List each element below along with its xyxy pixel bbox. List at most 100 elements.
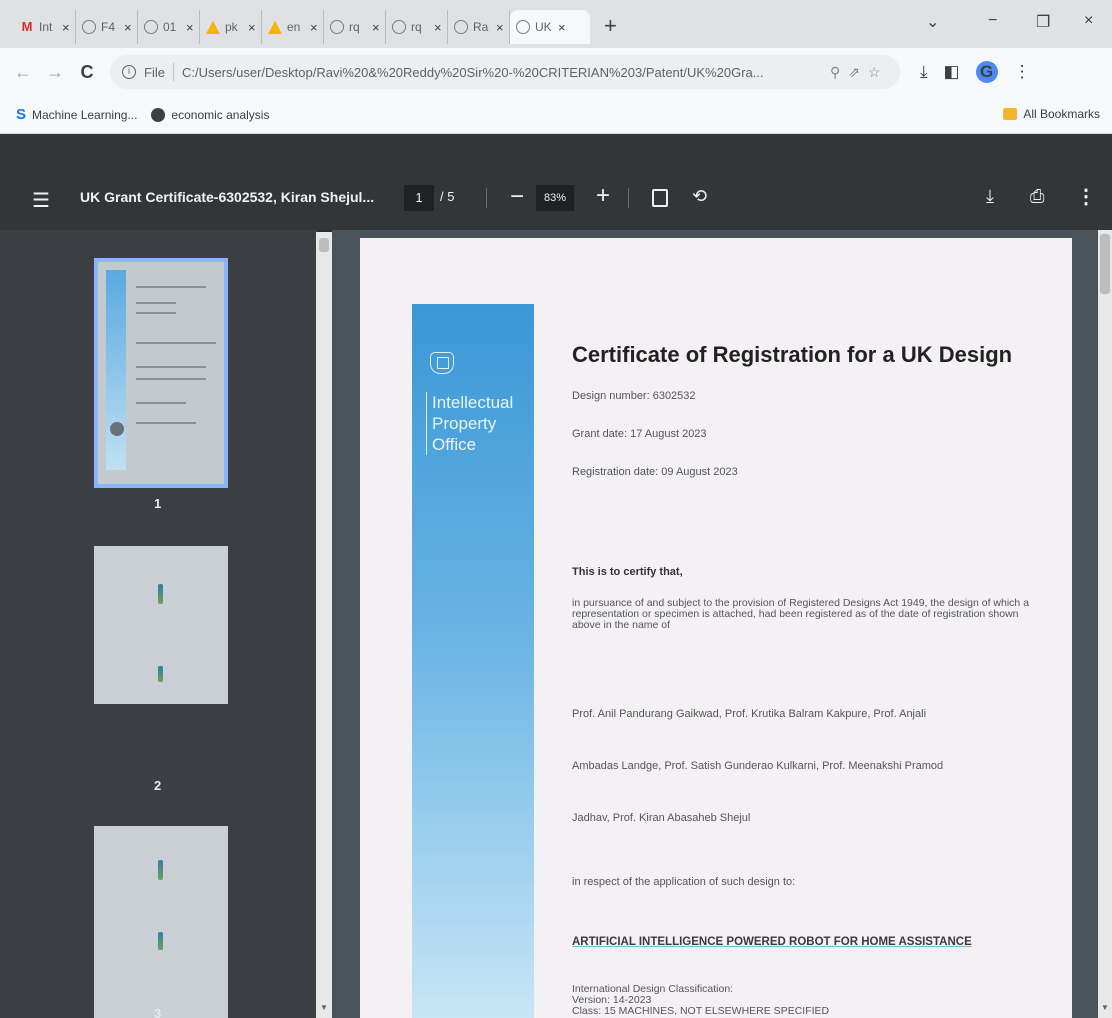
thumbnail-figure bbox=[158, 932, 163, 950]
scrollbar-thumb[interactable] bbox=[319, 238, 329, 252]
browser-tab[interactable]: 01 × bbox=[138, 10, 200, 44]
zoom-icon[interactable]: ⚲ bbox=[830, 64, 840, 81]
thumbnail-line bbox=[136, 366, 206, 368]
browser-tab[interactable]: M Int × bbox=[14, 10, 76, 44]
rotate-icon[interactable]: ⟲ bbox=[692, 186, 707, 207]
drive-icon bbox=[268, 20, 282, 34]
tab-label: rq bbox=[349, 20, 360, 34]
thumbnail-band bbox=[106, 270, 126, 470]
scroll-down-icon[interactable]: ▼ bbox=[320, 1003, 328, 1012]
thumbnail-number: 3 bbox=[154, 1006, 162, 1018]
restore-button[interactable]: ❐ bbox=[1036, 12, 1050, 32]
tab-close-button[interactable]: × bbox=[124, 20, 132, 35]
scrollbar-thumb[interactable] bbox=[1100, 234, 1110, 294]
bookmark-item[interactable]: S Machine Learning... bbox=[16, 106, 137, 123]
thumbnail-line bbox=[136, 402, 186, 404]
thumbnail-seal bbox=[110, 422, 124, 436]
tab-label: rq bbox=[411, 20, 422, 34]
sidebar-scrollbar[interactable]: ▼ bbox=[316, 232, 332, 1018]
tab-label: 01 bbox=[163, 20, 177, 34]
logo-line: Office bbox=[432, 435, 477, 454]
menu-dots-icon[interactable]: ⋮ bbox=[1014, 62, 1031, 82]
globe-icon bbox=[330, 20, 344, 34]
menu-icon[interactable]: ☰ bbox=[32, 188, 50, 213]
forward-button[interactable]: → bbox=[46, 62, 64, 83]
tab-strip: M Int × F4 × 01 × pk × en × rq × rq × Ra… bbox=[0, 0, 1112, 48]
tab-search-chevron-icon[interactable]: ⌄ bbox=[926, 12, 939, 32]
info-icon[interactable]: i bbox=[122, 65, 136, 79]
profile-avatar[interactable]: G bbox=[975, 61, 998, 83]
tab-close-button[interactable]: × bbox=[558, 20, 566, 35]
share-icon[interactable]: ⇗ bbox=[848, 64, 860, 81]
fit-page-icon[interactable] bbox=[652, 189, 668, 207]
more-options-icon[interactable]: ⋮ bbox=[1076, 184, 1096, 209]
divider bbox=[172, 63, 174, 81]
minimize-button[interactable]: − bbox=[988, 12, 997, 30]
scheme-label: File bbox=[144, 64, 165, 80]
zoom-out-button[interactable]: − bbox=[510, 183, 524, 211]
tab-label: UK bbox=[535, 20, 552, 34]
logo-line: Property bbox=[432, 414, 497, 433]
tab-close-button[interactable]: × bbox=[372, 20, 380, 35]
respect-text: in respect of the application of such de… bbox=[572, 876, 796, 888]
download-icon[interactable]: ⤓ bbox=[920, 62, 928, 82]
new-tab-button[interactable]: + bbox=[604, 13, 617, 39]
pdf-toolbar: ☰ UK Grant Certificate-6302532, Kiran Sh… bbox=[0, 134, 1112, 230]
page-thumbnail-3[interactable] bbox=[94, 826, 228, 1018]
owner-names-line: Ambadas Landge, Prof. Satish Gunderao Ku… bbox=[572, 760, 944, 772]
thumbnail-line bbox=[136, 342, 216, 344]
star-icon[interactable]: ☆ bbox=[868, 64, 881, 81]
bookmark-item[interactable]: economic analysis bbox=[151, 107, 269, 122]
page-total: / 5 bbox=[440, 189, 455, 204]
bookmarks-bar: S Machine Learning... economic analysis … bbox=[0, 96, 1112, 134]
browser-tab[interactable]: rq × bbox=[324, 10, 386, 44]
download-icon[interactable]: ⤓ bbox=[986, 186, 994, 207]
tab-close-button[interactable]: × bbox=[62, 20, 70, 35]
tab-close-button[interactable]: × bbox=[186, 20, 194, 35]
design-title: ARTIFICIAL INTELLIGENCE POWERED ROBOT FO… bbox=[572, 936, 972, 948]
tab-close-button[interactable]: × bbox=[248, 20, 256, 35]
side-panel-icon[interactable]: ◧ bbox=[944, 62, 960, 82]
registration-date: Registration date: 09 August 2023 bbox=[572, 466, 738, 478]
s-logo-icon: S bbox=[16, 106, 27, 123]
royal-crest-icon bbox=[430, 352, 454, 374]
page-thumbnail-2[interactable] bbox=[94, 546, 228, 704]
browser-toolbar: ← → C i File C:/Users/user/Desktop/Ravi%… bbox=[0, 48, 1112, 96]
document-scrollbar[interactable]: ▼ bbox=[1098, 230, 1112, 1018]
tab-label: Int bbox=[39, 20, 53, 34]
browser-tab[interactable]: Ra × bbox=[448, 10, 510, 44]
divider bbox=[486, 188, 487, 208]
back-button[interactable]: ← bbox=[14, 62, 32, 83]
zoom-in-button[interactable]: + bbox=[596, 182, 610, 210]
page-number-input[interactable]: 1 bbox=[404, 185, 434, 211]
url-text[interactable]: C:/Users/user/Desktop/Ravi%20&%20Reddy%2… bbox=[182, 65, 822, 80]
thumbnail-number: 1 bbox=[154, 496, 162, 511]
gmail-icon: M bbox=[21, 19, 33, 34]
thumbnail-line bbox=[136, 312, 176, 314]
print-icon[interactable]: ⎙ bbox=[1030, 186, 1044, 207]
reload-button[interactable]: C bbox=[78, 62, 96, 83]
browser-tab-active[interactable]: UK × bbox=[510, 10, 590, 44]
globe-icon bbox=[144, 20, 158, 34]
page-thumbnail-1[interactable] bbox=[94, 258, 228, 488]
certify-heading: This is to certify that, bbox=[572, 566, 683, 578]
tab-close-button[interactable]: × bbox=[434, 20, 442, 35]
thumbnail-figure bbox=[158, 666, 163, 682]
close-window-button[interactable]: × bbox=[1084, 12, 1093, 30]
zoom-level-input[interactable]: 83% bbox=[536, 185, 574, 211]
owner-names-line: Prof. Anil Pandurang Gaikwad, Prof. Krut… bbox=[572, 708, 927, 720]
all-bookmarks-button[interactable]: All Bookmarks bbox=[1003, 107, 1100, 121]
thumbnail-figure bbox=[158, 860, 163, 880]
globe-icon bbox=[82, 20, 96, 34]
tab-label: en bbox=[287, 20, 301, 34]
browser-tab[interactable]: pk × bbox=[200, 10, 262, 44]
tab-label: F4 bbox=[101, 20, 116, 34]
browser-tab[interactable]: en × bbox=[262, 10, 324, 44]
globe-icon bbox=[454, 20, 468, 34]
scroll-down-icon[interactable]: ▼ bbox=[1101, 1003, 1109, 1012]
tab-close-button[interactable]: × bbox=[310, 20, 318, 35]
browser-tab[interactable]: rq × bbox=[386, 10, 448, 44]
browser-tab[interactable]: F4 × bbox=[76, 10, 138, 44]
address-bar[interactable]: i File C:/Users/user/Desktop/Ravi%20&%20… bbox=[110, 55, 900, 89]
tab-close-button[interactable]: × bbox=[496, 20, 504, 35]
